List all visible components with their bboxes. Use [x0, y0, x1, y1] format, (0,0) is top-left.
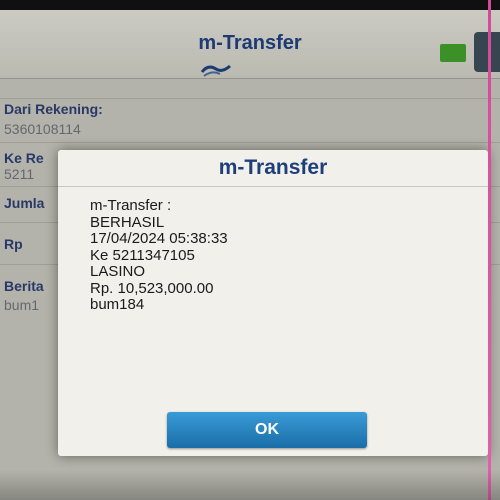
dialog-message: m-Transfer : BERHASIL 17/04/2024 05:38:3… [90, 197, 228, 314]
transfer-datetime: 17/04/2024 05:38:33 [90, 230, 228, 247]
message-header: m-Transfer : [90, 197, 172, 214]
destination-account: Ke 5211347105 [90, 246, 195, 264]
result-dialog: m-Transfer m-Transfer : BERHASIL 17/04/2… [58, 150, 488, 456]
screen-artifact-line [488, 0, 491, 500]
screen: m-Transfer Dari Rekening: 5360108114 Ke … [0, 0, 500, 500]
recipient-name: LASINO [90, 263, 146, 280]
dialog-divider [58, 186, 488, 187]
transfer-amount: Rp. 10,523,000.00 [90, 279, 214, 297]
bottom-shadow [0, 470, 500, 500]
transfer-status: BERHASIL [90, 213, 165, 231]
dialog-title: m-Transfer [218, 156, 328, 179]
ok-button[interactable]: OK [167, 412, 367, 448]
transfer-note: bum184 [90, 296, 145, 313]
